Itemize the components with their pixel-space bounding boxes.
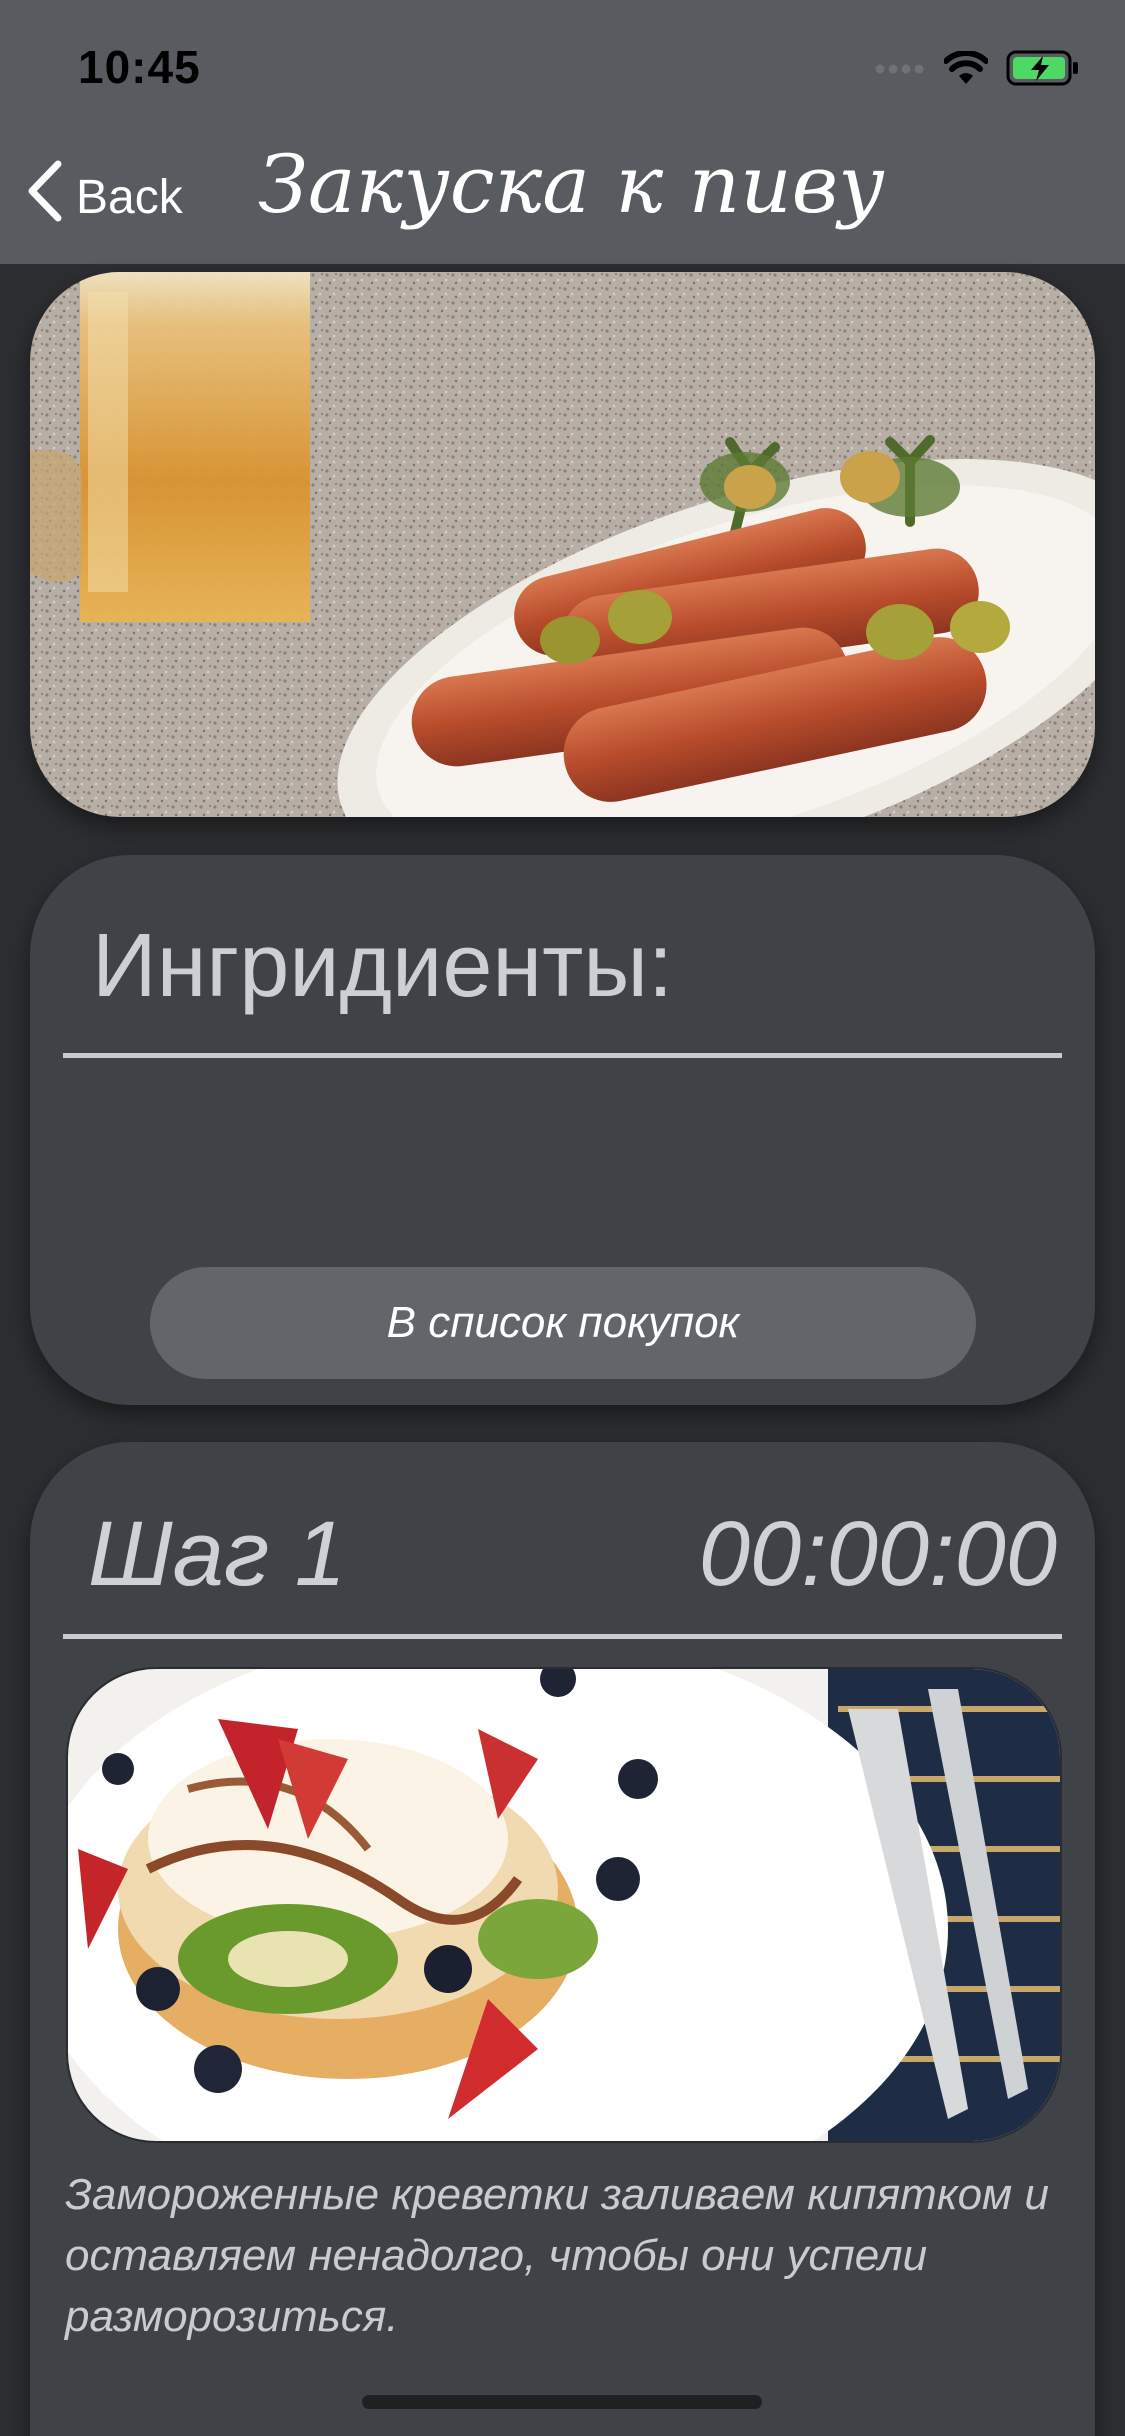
chevron-left-icon xyxy=(26,160,76,234)
add-to-shopping-list-button[interactable]: В список покупок xyxy=(150,1267,976,1379)
home-indicator[interactable] xyxy=(362,2395,762,2409)
step-divider xyxy=(63,1634,1062,1639)
status-time: 10:45 xyxy=(78,41,201,93)
wifi-icon xyxy=(943,50,989,90)
battery-charging-icon xyxy=(1006,50,1080,91)
ingredients-divider xyxy=(63,1053,1062,1058)
step-description: Замороженные креветки заливаем кипятком … xyxy=(65,2170,1049,2341)
ingredients-title: Ингридиенты: xyxy=(92,916,674,1016)
recipe-hero-image xyxy=(30,272,1095,817)
back-button[interactable]: Back xyxy=(26,160,183,234)
signal-icon xyxy=(874,62,926,80)
ingredients-card: Ингридиенты: В список покупок xyxy=(30,855,1095,1405)
page-title: Закуска к пиву xyxy=(258,138,885,231)
step-title: Шаг 1 xyxy=(88,1503,346,1605)
step-card: Шаг 1 00:00:00 Замороженные креветки зал… xyxy=(30,1442,1095,2436)
navigation-bar: 10:45 Back Закуска к пиву xyxy=(0,0,1125,264)
recipe-screen: 10:45 Back Закуска к пиву Ингридиенты: В… xyxy=(0,0,1125,2436)
back-label: Back xyxy=(76,170,183,224)
step-image xyxy=(66,1667,1062,2143)
step-timer[interactable]: 00:00:00 xyxy=(699,1502,1057,1607)
status-indicators xyxy=(874,50,1080,91)
